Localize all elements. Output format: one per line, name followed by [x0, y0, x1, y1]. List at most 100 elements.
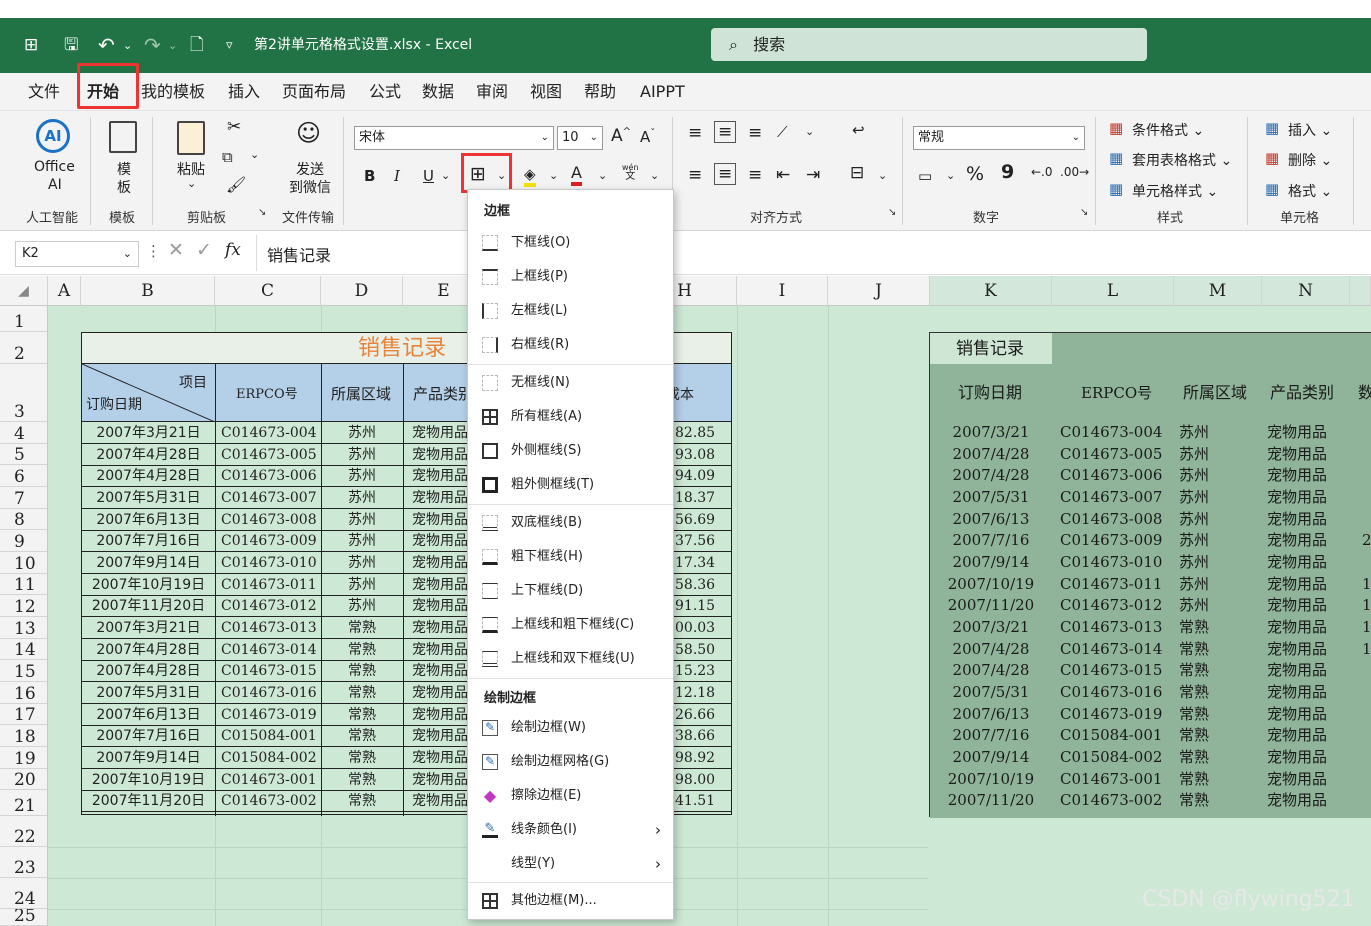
date-cell[interactable]: 2007年4月28日 [82, 448, 215, 462]
t2-date-cell[interactable]: 2007/11/20 [930, 598, 1052, 613]
t2-region-cell[interactable]: 常熟 [1179, 750, 1239, 765]
search-box[interactable]: ⌕ 搜索 [711, 28, 1147, 61]
t2-erpco-cell[interactable]: C014673-006 [1060, 468, 1182, 483]
menu-item-outside-borders[interactable]: 外侧框线(S) [468, 434, 673, 468]
t2-date-cell[interactable]: 2007/7/16 [930, 728, 1052, 743]
t2-region-cell[interactable]: 苏州 [1179, 490, 1239, 505]
t2-region-cell[interactable]: 常熟 [1179, 620, 1239, 635]
category-cell[interactable]: 宠物用品 [403, 491, 468, 505]
column-header-l[interactable]: L [1052, 276, 1174, 306]
date-cell[interactable]: 2007年10月19日 [82, 578, 215, 592]
category-cell[interactable]: 宠物用品 [403, 426, 468, 440]
t2-region-cell[interactable]: 常熟 [1179, 685, 1239, 700]
increase-decimal-icon[interactable]: ←.0 [1031, 165, 1053, 179]
accounting-dropdown-icon[interactable]: ⌄ [946, 169, 955, 182]
font-grow-button[interactable]: A^ [611, 126, 631, 146]
t2-date-cell[interactable]: 2007/3/21 [930, 425, 1052, 440]
region-cell[interactable]: 苏州 [321, 448, 403, 462]
row-header-2[interactable]: 2 [0, 332, 48, 364]
cost-cell[interactable]: 82.85 [672, 426, 732, 440]
percent-button[interactable]: % [966, 163, 984, 185]
row-header-9[interactable]: 9 [0, 530, 48, 552]
cost-cell[interactable]: 41.51 [672, 794, 732, 808]
t2-erpco-cell[interactable]: C014673-013 [1060, 620, 1182, 635]
cost-cell[interactable]: 38.66 [672, 729, 732, 743]
menu-item-top-thick-bottom-border[interactable]: 上框线和粗下框线(C) [468, 608, 673, 642]
row-header-25[interactable]: 25 [0, 909, 48, 926]
region-cell[interactable]: 常熟 [321, 729, 403, 743]
region-cell[interactable]: 常熟 [321, 773, 403, 787]
row-header-14[interactable]: 14 [0, 639, 48, 660]
t2-region-cell[interactable]: 常熟 [1179, 707, 1239, 722]
t2-category-cell[interactable]: 宠物用品 [1267, 685, 1347, 700]
t2-category-cell[interactable]: 宠物用品 [1267, 793, 1347, 808]
t2-region-cell[interactable]: 苏州 [1179, 447, 1239, 462]
t2-qty-cell[interactable]: 2 [1362, 533, 1371, 548]
redo-dropdown-icon[interactable]: ⌄ [168, 18, 177, 73]
menu-item-all-borders[interactable]: 所有框线(A) [468, 400, 673, 434]
t2-region-cell[interactable]: 苏州 [1179, 468, 1239, 483]
date-cell[interactable]: 2007年3月21日 [82, 621, 215, 635]
office-ai-icon[interactable]: AI [36, 119, 70, 153]
wrap-text-icon[interactable]: ↩ [852, 121, 865, 139]
t2-category-cell[interactable]: 宠物用品 [1267, 468, 1347, 483]
column-header-a[interactable]: A [48, 276, 81, 306]
erpco-cell[interactable]: C014673-007 [215, 491, 321, 505]
t2-qty-cell[interactable]: 1 [1362, 620, 1371, 635]
date-cell[interactable]: 2007年4月28日 [82, 664, 215, 678]
t2-erpco-cell[interactable]: C014673-011 [1060, 577, 1182, 592]
fill-color-icon[interactable]: ◈ [524, 165, 536, 187]
column-header-k[interactable]: K [930, 276, 1052, 306]
t2-category-cell[interactable]: 宠物用品 [1267, 598, 1347, 613]
erpco-cell[interactable]: C014673-001 [215, 773, 321, 787]
row-header-3[interactable]: 3 [0, 364, 48, 422]
insert-function-icon[interactable]: fx [225, 240, 241, 260]
delete-cells-label[interactable]: 删除 ⌄ [1288, 150, 1332, 170]
menu-item-draw-border-grid[interactable]: ✎ 绘制边框网格(G) [468, 745, 673, 779]
t2-region-cell[interactable]: 苏州 [1179, 598, 1239, 613]
column-header-j[interactable]: J [828, 276, 930, 306]
region-cell[interactable]: 常熟 [321, 643, 403, 657]
font-color-icon[interactable]: A [571, 163, 582, 186]
t2-erpco-cell[interactable]: C014673-010 [1060, 555, 1182, 570]
erpco-cell[interactable]: C014673-019 [215, 708, 321, 722]
t2-erpco-cell[interactable]: C014673-002 [1060, 793, 1182, 808]
t2-region-cell[interactable]: 苏州 [1179, 577, 1239, 592]
column-header-b[interactable]: B [81, 276, 215, 306]
column-header-n[interactable]: N [1262, 276, 1350, 306]
date-cell[interactable]: 2007年10月19日 [82, 773, 215, 787]
row-header-21[interactable]: 21 [0, 790, 48, 816]
row-header-17[interactable]: 17 [0, 704, 48, 725]
menu-item-top-border[interactable]: 上框线(P) [468, 260, 673, 294]
row-header-18[interactable]: 18 [0, 725, 48, 747]
row-header-6[interactable]: 6 [0, 465, 48, 487]
t2-erpco-cell[interactable]: C014673-019 [1060, 707, 1182, 722]
menu-item-bottom-border[interactable]: 下框线(O) [468, 226, 673, 260]
category-cell[interactable]: 宠物用品 [403, 729, 468, 743]
increase-indent-icon[interactable]: ⇥ [806, 165, 820, 185]
erpco-cell[interactable]: C014673-005 [215, 448, 321, 462]
wechat-icon[interactable]: ☺ [296, 119, 321, 147]
conditional-format-label[interactable]: 条件格式 ⌄ [1132, 120, 1204, 140]
column-header-i[interactable]: I [737, 276, 828, 306]
region-cell[interactable]: 常熟 [321, 686, 403, 700]
row-header-7[interactable]: 7 [0, 487, 48, 509]
merge-center-icon[interactable]: ⊟ [850, 163, 864, 183]
cost-cell[interactable]: 56.69 [672, 513, 732, 527]
paste-dropdown-icon[interactable]: ⌄ [187, 177, 196, 190]
conditional-format-icon[interactable]: ▦ [1109, 119, 1123, 137]
tab-my-templates[interactable]: 我的模板 [141, 73, 205, 111]
tab-formulas[interactable]: 公式 [369, 73, 401, 111]
category-cell[interactable]: 宠物用品 [403, 448, 468, 462]
menu-item-double-bottom-border[interactable]: 双底框线(B) [468, 506, 673, 540]
t2-region-cell[interactable]: 常熟 [1179, 772, 1239, 787]
clipboard-launcher-icon[interactable]: ↘ [258, 207, 266, 218]
t2-date-cell[interactable]: 2007/10/19 [930, 577, 1052, 592]
cell-styles-icon[interactable]: ▦ [1109, 180, 1123, 198]
column-header-c[interactable]: C [215, 276, 321, 306]
date-cell[interactable]: 2007年11月20日 [82, 794, 215, 808]
column-header-m[interactable]: M [1174, 276, 1262, 306]
date-cell[interactable]: 2007年5月31日 [82, 491, 215, 505]
tab-page-layout[interactable]: 页面布局 [282, 73, 346, 111]
orientation-dropdown-icon[interactable]: ⌄ [805, 125, 814, 138]
